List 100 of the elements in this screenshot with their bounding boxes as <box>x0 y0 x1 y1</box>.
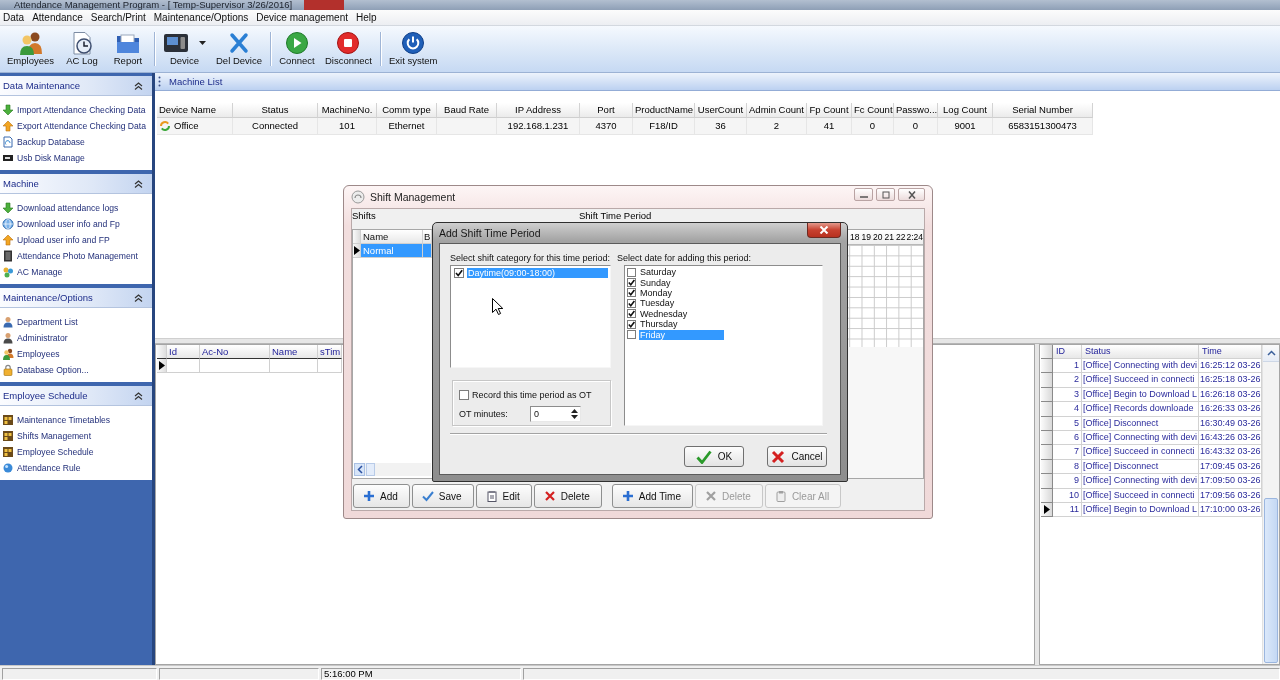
row-header-cell[interactable] <box>1041 402 1053 417</box>
menu-item[interactable]: Help <box>356 10 377 25</box>
sidebar-item[interactable]: Upload user info and FP <box>0 232 152 248</box>
horizontal-scrollbar[interactable] <box>354 463 431 476</box>
sidebar-item[interactable]: Shifts Management <box>0 428 152 444</box>
menu-item[interactable]: Device management <box>256 10 348 25</box>
list-item[interactable]: Tuesday <box>639 298 724 309</box>
minimize-button[interactable] <box>854 188 873 201</box>
column-header[interactable]: Status <box>233 103 318 118</box>
column-header[interactable]: UserCount <box>695 103 747 118</box>
checkbox[interactable] <box>627 309 636 319</box>
checkbox-label[interactable]: Record this time period as OT <box>472 389 592 400</box>
section-header[interactable]: Maintenance/Options <box>0 288 152 308</box>
sidebar-item[interactable]: Export Attendance Checking Data <box>0 118 152 134</box>
checkbox[interactable] <box>627 319 636 329</box>
column-header[interactable]: Device Name <box>157 103 233 118</box>
row-header-cell[interactable] <box>1041 474 1053 489</box>
close-button[interactable] <box>898 188 925 201</box>
sidebar-item[interactable]: AC Manage <box>0 264 152 280</box>
toolbar-button[interactable]: AC Log <box>60 28 104 68</box>
menu-item[interactable]: Maintenance/Options <box>153 10 249 25</box>
toolbar-button[interactable]: Del Device <box>212 28 266 68</box>
sidebar-item[interactable]: Backup Database <box>0 134 152 150</box>
checkbox[interactable] <box>627 330 636 340</box>
column-header[interactable]: Port <box>580 103 633 118</box>
sidebar-item[interactable]: Department List <box>0 314 152 330</box>
sidebar-item[interactable]: Employee Schedule <box>0 444 152 460</box>
toolbar-button[interactable]: Connect <box>274 28 319 68</box>
column-header[interactable]: Ac-No <box>200 345 270 359</box>
add-time-button[interactable]: Add Time <box>611 484 693 508</box>
sidebar-item[interactable]: Download attendance logs <box>0 200 152 216</box>
list-item[interactable]: Sunday <box>639 277 724 288</box>
section-header[interactable]: Employee Schedule <box>0 386 152 406</box>
sidebar-item[interactable]: Attendance Rule <box>0 460 152 476</box>
close-button[interactable] <box>807 223 841 238</box>
menu-item[interactable]: Attendance <box>32 10 83 25</box>
section-header[interactable]: Data Maintenance <box>0 76 152 96</box>
list-item[interactable]: Monday <box>639 287 724 298</box>
menu-item[interactable]: Data <box>3 10 25 25</box>
row-header-cell[interactable] <box>157 359 167 373</box>
column-header[interactable]: Name <box>270 345 318 359</box>
list-item[interactable]: Wednesday <box>639 308 724 319</box>
column-header[interactable]: Status <box>1082 345 1199 359</box>
column-header[interactable]: ProductName <box>633 103 695 118</box>
toolbar-button[interactable]: Disconnect <box>320 28 376 68</box>
add-button[interactable]: Add <box>353 484 410 508</box>
column-header[interactable]: Fc Count <box>852 103 894 118</box>
sidebar-item[interactable]: Usb Disk Manage <box>0 150 152 166</box>
scroll-up-button[interactable] <box>1263 345 1279 362</box>
checkbox[interactable] <box>627 278 636 288</box>
sidebar-item[interactable]: Employees <box>0 346 152 362</box>
toolbar-button[interactable]: Report <box>106 28 150 68</box>
list-item[interactable]: Saturday <box>639 267 724 278</box>
edit-button[interactable]: Edit <box>475 484 532 508</box>
ok-button[interactable]: OK <box>684 446 744 467</box>
column-header[interactable]: sTim <box>318 345 342 359</box>
column-header[interactable]: Baud Rate <box>437 103 497 118</box>
sidebar-item[interactable]: Maintenance Timetables <box>0 412 152 428</box>
checkbox[interactable] <box>627 288 636 298</box>
scrollbar-thumb[interactable] <box>366 463 375 476</box>
row-header-cell[interactable] <box>1041 373 1053 388</box>
sidebar-item[interactable]: Attendance Photo Management <box>0 248 152 264</box>
column-header[interactable]: Time <box>1199 345 1262 359</box>
scrollbar-thumb[interactable] <box>1264 498 1278 663</box>
row-header-cell[interactable] <box>353 244 361 258</box>
save-button[interactable]: Save <box>411 484 474 508</box>
sidebar-item[interactable]: Import Attendance Checking Data <box>0 102 152 118</box>
toolbar-button[interactable]: Device <box>159 28 210 68</box>
delete-button[interactable]: Delete <box>533 484 602 508</box>
section-header[interactable]: Machine <box>0 174 152 194</box>
column-header[interactable]: ID <box>1053 345 1082 359</box>
column-header[interactable]: Fp Count <box>807 103 852 118</box>
menu-item[interactable]: Search/Print <box>90 10 146 25</box>
scroll-left-button[interactable] <box>354 463 365 476</box>
column-header[interactable]: Serial Number <box>993 103 1093 118</box>
list-item[interactable]: Thursday <box>639 319 724 330</box>
toolbar-button[interactable]: Exit system <box>384 28 442 68</box>
column-header[interactable]: Comm type <box>377 103 437 118</box>
maximize-button[interactable] <box>876 188 895 201</box>
checkbox[interactable] <box>454 267 464 278</box>
column-header[interactable]: Log Count <box>938 103 993 118</box>
column-header[interactable]: Id <box>167 345 200 359</box>
column-header[interactable]: Name <box>361 230 423 244</box>
row-header-cell[interactable] <box>1041 359 1053 374</box>
vertical-scrollbar[interactable] <box>1262 345 1279 664</box>
column-header[interactable]: IP Address <box>497 103 580 118</box>
cancel-button[interactable]: Cancel <box>767 446 827 467</box>
sidebar-item[interactable]: Administrator <box>0 330 152 346</box>
checkbox[interactable] <box>459 389 469 400</box>
column-header[interactable]: Passwo... <box>894 103 938 118</box>
minutes-field[interactable]: 0 <box>530 406 581 422</box>
date-list[interactable]: Saturday Sunday Monday Tuesday Wednesday Thursday Friday <box>624 265 823 426</box>
checkbox[interactable] <box>627 267 636 277</box>
sidebar-item[interactable]: Download user info and Fp <box>0 216 152 232</box>
toolbar-button[interactable]: Employees <box>3 28 58 68</box>
column-header[interactable]: MachineNo. <box>318 103 377 118</box>
sidebar-item[interactable]: Database Option... <box>0 362 152 378</box>
column-header[interactable]: Admin Count <box>747 103 807 118</box>
row-header-cell[interactable] <box>1041 445 1053 460</box>
checkbox[interactable] <box>627 298 636 308</box>
